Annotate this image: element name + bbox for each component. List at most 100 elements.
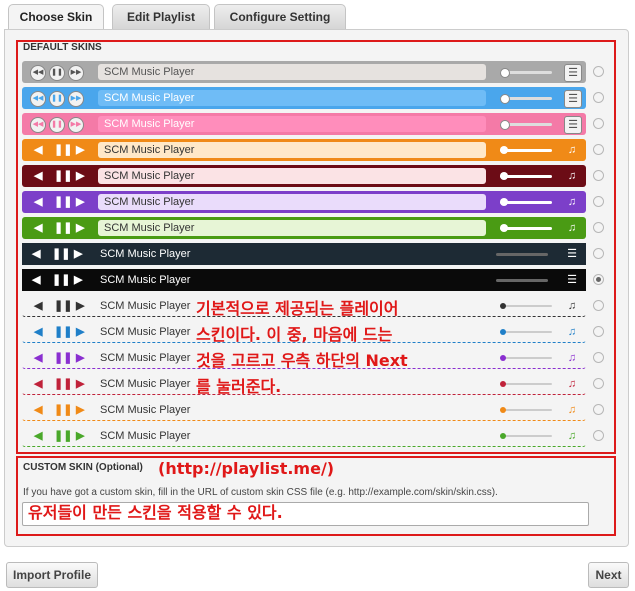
skin-radio[interactable]	[593, 300, 604, 311]
skin-option[interactable]: ◀ ❚❚ ▶ SCM Music Player ♫	[22, 425, 612, 447]
skins-annotation-line: 스킨이다. 이 중, 마음에 드는	[196, 325, 393, 344]
skin-preview[interactable]: ◀ ❚❚ ▶ SCM Music Player ♫	[22, 165, 586, 187]
player-title: SCM Music Player	[98, 64, 486, 80]
tab-configure-setting[interactable]: Configure Setting	[214, 4, 346, 29]
skin-preview[interactable]: ◀◀ ❚❚ ▶▶ SCM Music Player ☰	[22, 113, 586, 135]
volume-knob[interactable]	[500, 224, 508, 232]
volume-slider[interactable]	[496, 253, 548, 256]
volume-knob[interactable]	[500, 94, 510, 104]
pause-icon: ❚❚	[54, 300, 73, 312]
playlist-icon: ♫	[567, 170, 577, 182]
skin-radio[interactable]	[593, 248, 604, 259]
volume-slider[interactable]	[500, 409, 552, 411]
skin-preview[interactable]: ◀ ❚❚ ▶ SCM Music Player ☰	[22, 243, 586, 265]
skin-option[interactable]: ◀ ❚❚ ▶ SCM Music Player ☰	[22, 269, 612, 291]
skin-option[interactable]: ◀ ❚❚ ▶ SCM Music Player ♫	[22, 399, 612, 421]
player-title: SCM Music Player	[98, 142, 486, 158]
skin-preview[interactable]: ◀ ❚❚ ▶ SCM Music Player ♫	[22, 217, 586, 239]
next-button[interactable]: Next	[588, 562, 629, 588]
skin-option[interactable]: ◀◀ ❚❚ ▶▶ SCM Music Player ☰	[22, 113, 612, 135]
default-skins-title: DEFAULT SKINS	[23, 42, 102, 53]
next-icon: ▶▶	[68, 117, 84, 133]
skin-radio[interactable]	[593, 222, 604, 233]
skin-preview[interactable]: ◀◀ ❚❚ ▶▶ SCM Music Player ☰	[22, 61, 586, 83]
skin-radio[interactable]	[593, 352, 604, 363]
pause-icon: ❚❚	[49, 65, 65, 81]
volume-knob[interactable]	[500, 68, 510, 78]
volume-slider[interactable]	[500, 305, 552, 307]
skin-option[interactable]: ◀ ❚❚ ▶ SCM Music Player ☰	[22, 243, 612, 265]
next-icon: ▶	[76, 404, 85, 416]
skin-radio[interactable]	[593, 118, 604, 129]
tab-edit-playlist[interactable]: Edit Playlist	[112, 4, 210, 29]
volume-slider[interactable]	[500, 383, 552, 385]
prev-icon: ◀	[34, 378, 43, 390]
player-title: SCM Music Player	[100, 352, 191, 364]
volume-knob[interactable]	[500, 407, 506, 413]
skin-option[interactable]: ◀ ❚❚ ▶ SCM Music Player ♫	[22, 217, 612, 239]
volume-slider[interactable]	[496, 279, 548, 282]
player-title: SCM Music Player	[100, 326, 191, 338]
pause-icon: ❚❚	[49, 91, 65, 107]
skin-radio[interactable]	[593, 378, 604, 389]
skin-radio[interactable]	[593, 170, 604, 181]
next-icon: ▶	[74, 274, 83, 286]
skin-option[interactable]: ◀ ❚❚ ▶ SCM Music Player ♫	[22, 139, 612, 161]
skin-radio[interactable]	[593, 66, 604, 77]
prev-icon: ◀	[34, 222, 43, 234]
skin-preview[interactable]: ◀ ❚❚ ▶ SCM Music Player ♫	[22, 191, 586, 213]
skin-radio[interactable]	[593, 144, 604, 155]
prev-icon: ◀	[32, 274, 41, 286]
volume-knob[interactable]	[500, 303, 506, 309]
volume-knob[interactable]	[500, 329, 506, 335]
skins-annotation: 기본적으로 제공되는 플레이어 스킨이다. 이 중, 마음에 드는 것을 고르고…	[196, 296, 408, 400]
skin-preview[interactable]: ◀ ❚❚ ▶ SCM Music Player ♫	[22, 399, 586, 421]
skin-preview[interactable]: ◀ ❚❚ ▶ SCM Music Player ☰	[22, 269, 586, 291]
playlist-icon: ♫	[567, 378, 577, 390]
skin-radio[interactable]	[593, 274, 604, 285]
prev-icon: ◀	[34, 404, 43, 416]
volume-knob[interactable]	[500, 120, 510, 130]
skin-option[interactable]: ◀◀ ❚❚ ▶▶ SCM Music Player ☰	[22, 87, 612, 109]
next-icon: ▶	[76, 222, 85, 234]
volume-slider[interactable]	[500, 331, 552, 333]
prev-icon: ◀	[34, 196, 43, 208]
next-icon: ▶	[76, 430, 85, 442]
player-title: SCM Music Player	[100, 248, 191, 260]
volume-knob[interactable]	[500, 433, 506, 439]
skin-radio[interactable]	[593, 326, 604, 337]
prev-icon: ◀◀	[30, 91, 46, 107]
skin-option[interactable]: ◀ ❚❚ ▶ SCM Music Player ♫	[22, 165, 612, 187]
playlist-icon: ☰	[564, 90, 582, 108]
skin-radio[interactable]	[593, 404, 604, 415]
skin-radio[interactable]	[593, 92, 604, 103]
next-icon: ▶	[74, 248, 83, 260]
import-profile-button[interactable]: Import Profile	[6, 562, 98, 588]
pause-icon: ❚❚	[54, 170, 73, 182]
tab-choose-skin[interactable]: Choose Skin	[8, 4, 104, 30]
prev-icon: ◀	[32, 248, 41, 260]
volume-knob[interactable]	[500, 146, 508, 154]
skin-option[interactable]: ◀◀ ❚❚ ▶▶ SCM Music Player ☰	[22, 61, 612, 83]
skin-radio[interactable]	[593, 430, 604, 441]
skin-radio[interactable]	[593, 196, 604, 207]
skin-preview[interactable]: ◀◀ ❚❚ ▶▶ SCM Music Player ☰	[22, 87, 586, 109]
volume-knob[interactable]	[500, 355, 506, 361]
volume-knob[interactable]	[500, 172, 508, 180]
skin-preview[interactable]: ◀ ❚❚ ▶ SCM Music Player ♫	[22, 139, 586, 161]
volume-slider[interactable]	[500, 357, 552, 359]
next-icon: ▶	[76, 300, 85, 312]
player-title: SCM Music Player	[100, 378, 191, 390]
player-title: SCM Music Player	[100, 274, 191, 286]
next-icon: ▶▶	[68, 65, 84, 81]
playlist-icon: ♫	[567, 300, 577, 312]
prev-icon: ◀	[34, 144, 43, 156]
prev-icon: ◀◀	[30, 117, 46, 133]
skin-option[interactable]: ◀ ❚❚ ▶ SCM Music Player ♫	[22, 191, 612, 213]
volume-slider[interactable]	[500, 435, 552, 437]
player-title: SCM Music Player	[100, 404, 191, 416]
volume-knob[interactable]	[500, 198, 508, 206]
pause-icon: ❚❚	[52, 248, 71, 260]
skin-preview[interactable]: ◀ ❚❚ ▶ SCM Music Player ♫	[22, 425, 586, 447]
volume-knob[interactable]	[500, 381, 506, 387]
